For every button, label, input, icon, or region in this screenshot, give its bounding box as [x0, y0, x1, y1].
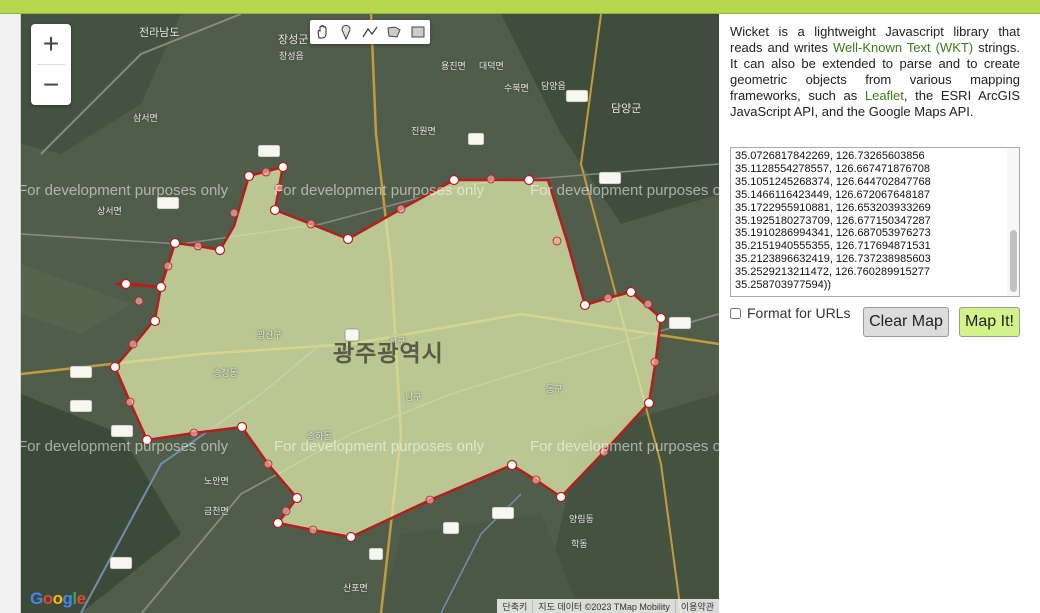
wkt-line: 35.1910286994341, 126.687053976273 [735, 227, 931, 240]
wkt-line: 35.1466116423449, 126.672067648187 [735, 188, 930, 201]
place-label: 대덕면 [479, 61, 504, 71]
wkt-textarea[interactable]: 35.0726817842269, 126.73265603856 35.1128… [730, 147, 1020, 297]
polyline-tool-button[interactable] [358, 20, 382, 44]
zoom-in-button[interactable]: + [31, 24, 71, 64]
info-panel: Wicket is a lightweight Javascript libra… [730, 24, 1020, 120]
scrollbar-thumb[interactable] [1010, 230, 1017, 292]
left-gutter [0, 14, 21, 613]
wkt-text: 35.0726817842269, 126.73265603856 35.1128… [735, 150, 1003, 292]
place-label: 송정동 [213, 368, 238, 378]
zoom-control: + − [31, 24, 71, 105]
marker-tool-button[interactable] [334, 20, 358, 44]
format-urls-checkbox[interactable] [730, 307, 741, 319]
watermark-5: For development purposes only [274, 438, 485, 455]
wkt-line: 35.1722955910881, 126.653203933269 [735, 201, 931, 214]
place-label: 전라남도 [139, 27, 180, 39]
wkt-line: 35.258703977594)) [735, 279, 832, 292]
place-label: 송하동 [307, 431, 332, 441]
place-label: 산포면 [343, 583, 368, 593]
format-urls-label: Format for URLs [747, 305, 851, 321]
keyboard-shortcuts-link[interactable]: 단축키 [497, 600, 532, 613]
textarea-scrollbar[interactable] [1007, 148, 1019, 296]
place-label: 학동 [571, 539, 588, 549]
place-label: 장성읍 [279, 51, 304, 61]
top-accent-bar [0, 0, 1040, 14]
wkt-line: 35.2529213211472, 126.760289915277 [735, 266, 930, 279]
watermark-6: For development purposes only [530, 438, 719, 455]
wkt-line: 35.2123896632419, 126.737238985603 [735, 253, 931, 266]
wkt-line: 35.1051245268374, 126.644702847768 [735, 175, 931, 188]
leaflet-link[interactable]: Leaflet [865, 88, 904, 103]
description-text: Wicket is a lightweight Javascript libra… [730, 24, 1020, 120]
watermark-1: For development purposes only [21, 182, 229, 199]
place-label: 담양군 [611, 103, 642, 115]
watermark-4: For development purposes only [21, 438, 229, 455]
polygon-icon [387, 26, 401, 38]
google-logo: Google [30, 589, 86, 608]
watermark-3: For development purposes only [530, 182, 719, 199]
place-label: 수북면 [504, 83, 529, 93]
place-label: 동구 [546, 384, 563, 394]
place-label: 노안면 [204, 476, 229, 486]
place-label: 담양읍 [541, 81, 566, 91]
zoom-out-button[interactable]: − [31, 65, 71, 105]
place-label: 금천면 [204, 506, 229, 516]
wkt-link[interactable]: Well-Known Text (WKT) [833, 40, 973, 55]
place-label: 용진면 [441, 61, 466, 71]
place-label: 광산구 [257, 330, 282, 340]
polygon-tool-button[interactable] [382, 20, 406, 44]
wkt-line: 35.1925180273709, 126.677150347287 [735, 214, 931, 227]
wkt-line: 35.0726817842269, 126.73265603856 [735, 150, 925, 162]
clear-map-button[interactable]: Clear Map [863, 307, 949, 337]
place-label: 삼서면 [133, 113, 158, 123]
map-data-text: 지도 데이터 ©2023 TMap Mobility [532, 599, 675, 613]
watermark-2: For development purposes only [274, 182, 485, 199]
place-label: 남구 [405, 392, 422, 402]
wkt-line: 35.2151940555355, 126.717694871531 [735, 240, 931, 253]
place-label: 진원면 [411, 126, 436, 136]
place-label: 상서면 [97, 206, 122, 216]
map-canvas[interactable]: For development purposes only For develo… [21, 14, 719, 613]
wkt-line: 35.1128554278557, 126.667471876708 [735, 162, 930, 175]
place-label: 서구 [389, 336, 406, 346]
hand-icon [317, 25, 327, 39]
place-label: 양림동 [569, 514, 594, 524]
map-it-button[interactable]: Map It! [959, 307, 1020, 337]
rectangle-icon [411, 26, 425, 38]
drawing-toolbar [310, 20, 430, 44]
map-attribution: 단축키 지도 데이터 ©2023 TMap Mobility 이용약관 [497, 599, 719, 613]
place-label: 장성군 [278, 34, 309, 46]
rectangle-tool-button[interactable] [406, 20, 430, 44]
format-urls-option[interactable]: Format for URLs [730, 305, 850, 321]
polyline-icon [362, 26, 378, 38]
terms-link[interactable]: 이용약관 [674, 599, 719, 613]
marker-icon [341, 24, 351, 40]
hand-tool-button[interactable] [310, 20, 334, 44]
